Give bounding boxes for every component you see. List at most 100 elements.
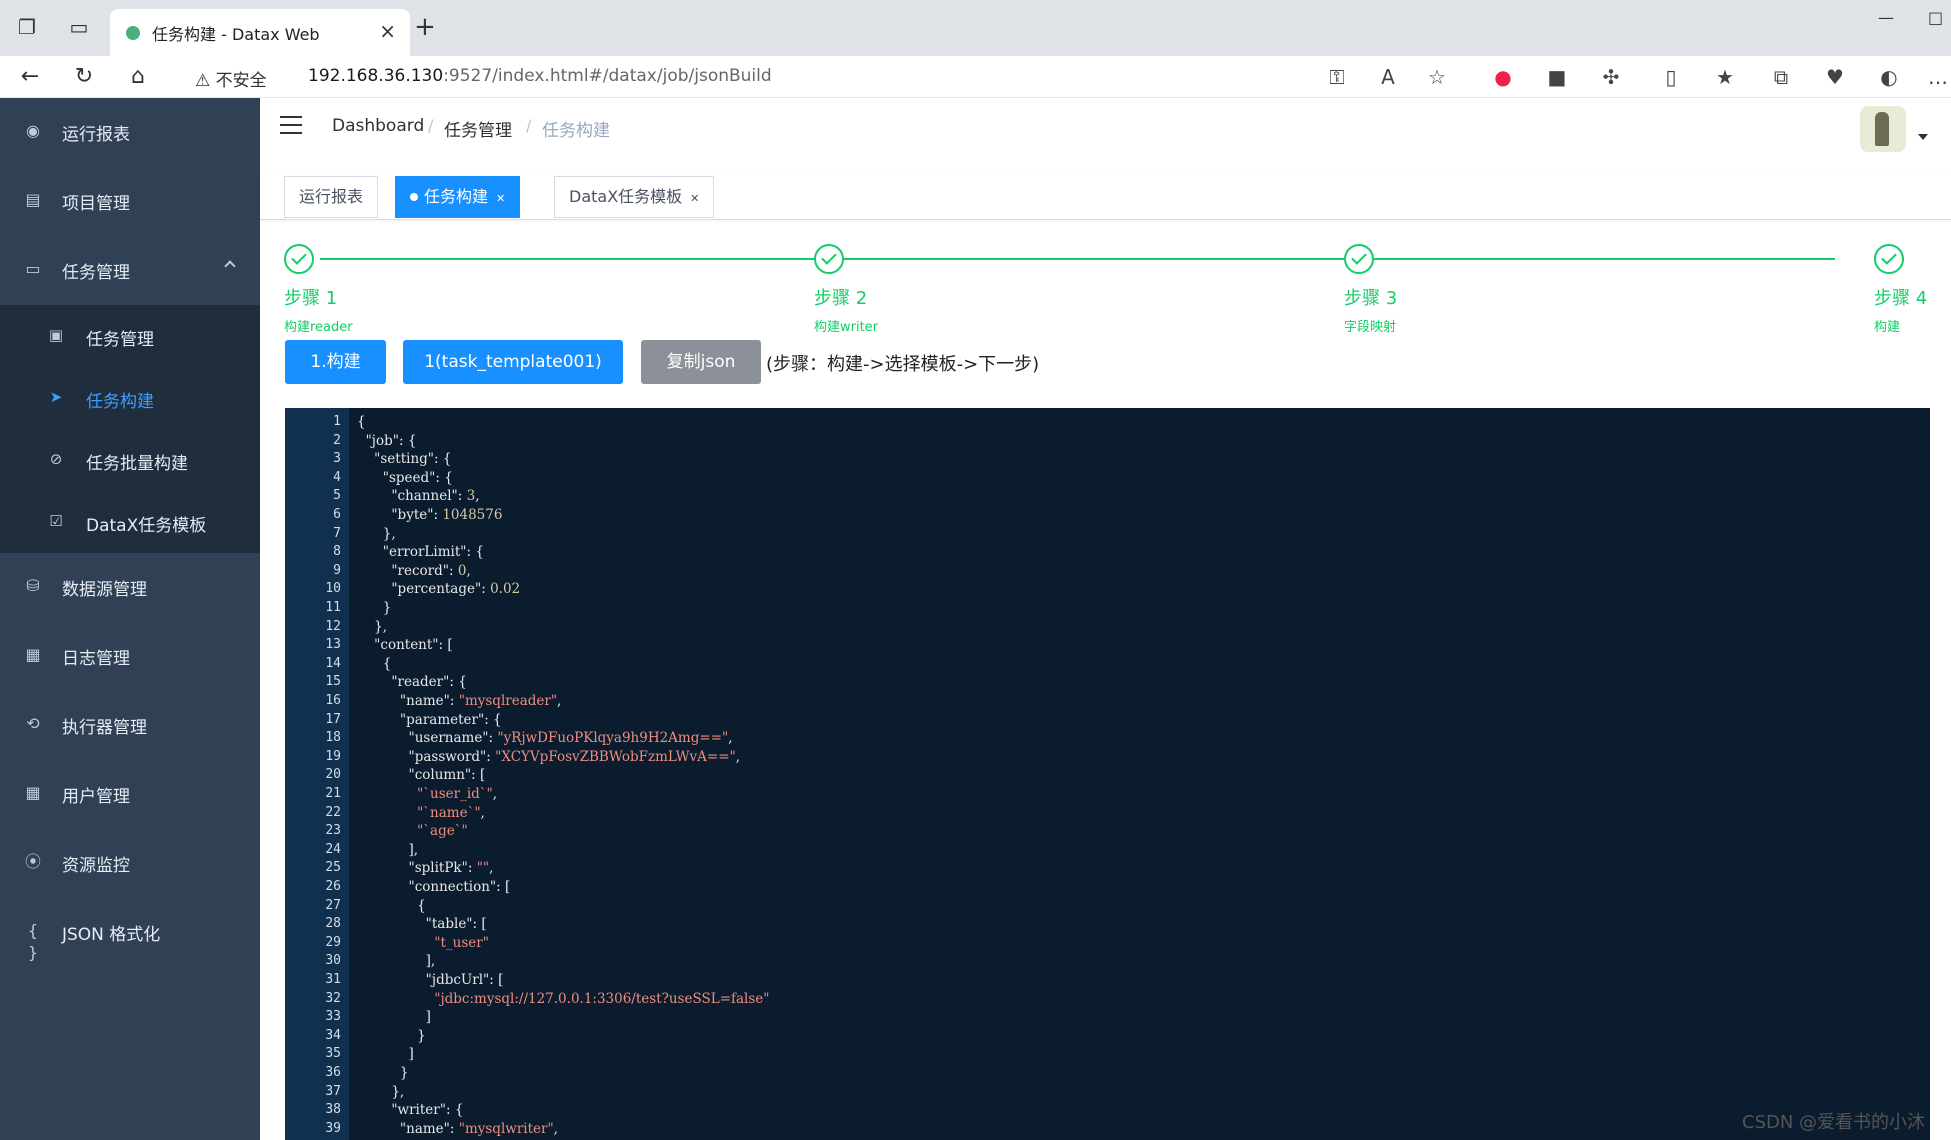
close-tag-icon[interactable]: ✕ xyxy=(690,192,699,205)
sidebar-item-label: JSON 格式化 xyxy=(62,925,161,945)
line-number: 37 xyxy=(325,1083,341,1099)
sidebar-item-log[interactable]: ▦ 日志管理 xyxy=(0,622,260,691)
step-4-check-icon xyxy=(1874,244,1904,274)
favorites-icon[interactable]: ★ xyxy=(1712,65,1738,89)
json-icon: { } xyxy=(27,921,39,962)
code-line: ] xyxy=(357,1046,414,1063)
key-icon[interactable]: ⚿ xyxy=(1324,65,1350,89)
json-editor[interactable]: 1 2 3 4 5 6 7 8 9 10 11 12 13 14 15 16 17 18 19 20 21 22 23 24 2… xyxy=(285,408,1930,1140)
sidebar-item-executor[interactable]: ⟲ 执行器管理 xyxy=(0,691,260,760)
line-number: 8 xyxy=(333,544,341,560)
template-select-button[interactable]: 1(task_template001) xyxy=(403,340,623,384)
chevron-up-icon xyxy=(224,260,236,272)
sidebar-item-label: 日志管理 xyxy=(62,649,130,669)
line-number: 35 xyxy=(325,1046,341,1062)
security-label: 不安全 xyxy=(215,71,267,91)
url-host: 192.168.36.130 xyxy=(308,66,444,86)
sidebar-subitem-batch-build[interactable]: ⊘ 任务批量构建 xyxy=(0,429,260,491)
home-icon[interactable]: ⌂ xyxy=(124,64,152,89)
code-line: }, xyxy=(357,525,396,542)
favorite-star-icon[interactable]: ☆ xyxy=(1424,65,1450,89)
step-2-check-icon xyxy=(814,244,844,274)
breadcrumb-task-management[interactable]: 任务管理 xyxy=(444,116,512,141)
sidebar-item-label: 数据源管理 xyxy=(62,580,147,600)
back-icon[interactable]: ← xyxy=(16,64,44,89)
line-number: 39 xyxy=(325,1120,341,1136)
record-extension-icon[interactable]: ● xyxy=(1490,65,1516,89)
sidebar-subitem-task-management[interactable]: ▣ 任务管理 xyxy=(0,305,260,367)
sidebar-item-json-format[interactable]: { } JSON 格式化 xyxy=(0,898,260,967)
maximize-window-icon[interactable]: □ xyxy=(1928,8,1943,27)
sidebar-item-task-management[interactable]: ▭ 任务管理 xyxy=(0,236,260,305)
sidebar-subitem-task-build[interactable]: ➤ 任务构建 xyxy=(0,367,260,429)
workspaces-icon[interactable]: ❐ xyxy=(14,14,40,40)
code-line: "parameter": { xyxy=(399,711,502,728)
step-3-title: 步骤 3 xyxy=(1344,288,1398,309)
sidebar-item-project[interactable]: ▤ 项目管理 xyxy=(0,167,260,236)
refresh-icon[interactable]: ↻ xyxy=(70,64,98,89)
code-line: "table": [ xyxy=(425,916,487,933)
browser-tab[interactable]: 任务构建 - Datax Web × xyxy=(110,9,410,56)
sidebar-item-resource-monitor[interactable]: ⦿ 资源监控 xyxy=(0,829,260,898)
sidebar-item-datasource[interactable]: ⛁ 数据源管理 xyxy=(0,553,260,622)
split-screen-icon[interactable]: ▯ xyxy=(1658,65,1684,89)
build-button[interactable]: 1.构建 xyxy=(285,340,386,384)
monitor-icon: ▭ xyxy=(25,259,41,278)
sidebar: ◉ 运行报表 ▤ 项目管理 ▭ 任务管理 ▣ 任务管理 ➤ 任务构建 ⊘ 任务批… xyxy=(0,98,260,1140)
users-icon: ▦ xyxy=(25,783,41,802)
copy-json-button[interactable]: 复制json xyxy=(641,340,761,384)
url-field[interactable]: 192.168.36.130:9527/index.html#/datax/jo… xyxy=(308,66,772,86)
sidebar-item-users[interactable]: ▦ 用户管理 xyxy=(0,760,260,829)
breadcrumb-current: 任务构建 xyxy=(542,121,610,141)
line-number: 36 xyxy=(325,1065,341,1080)
line-number: 5 xyxy=(333,488,341,504)
line-number: 4 xyxy=(333,469,341,485)
line-number: 31 xyxy=(325,972,341,987)
caret-down-icon[interactable] xyxy=(1918,134,1928,140)
line-number: 11 xyxy=(325,600,341,615)
code-line: }, xyxy=(357,1083,405,1100)
sidebar-subitem-datax-template[interactable]: ☑ DataX任务模板 xyxy=(0,491,260,553)
line-number: 14 xyxy=(325,655,341,671)
code-line: "setting": { xyxy=(374,451,452,468)
close-tag-icon[interactable]: ✕ xyxy=(496,192,505,205)
tag-label: 运行报表 xyxy=(299,187,364,206)
close-tab-icon[interactable]: × xyxy=(379,19,396,43)
extensions-icon[interactable]: ✣ xyxy=(1598,65,1624,89)
more-menu-icon[interactable]: … xyxy=(1925,65,1951,89)
code-line: "`user_id`", xyxy=(417,786,498,802)
security-indicator[interactable]: ⚠ 不安全 xyxy=(195,66,267,91)
read-aloud-icon[interactable]: A xyxy=(1375,65,1401,89)
breadcrumb-dashboard[interactable]: Dashboard xyxy=(332,116,424,136)
code-line: "password": "XCYVpFosvZBBWobFzmLWvA==", xyxy=(408,748,741,765)
hamburger-menu-icon[interactable] xyxy=(280,116,302,134)
watermark: CSDN @爱看书的小沐 xyxy=(1742,1112,1926,1133)
collections-icon[interactable]: ⧉ xyxy=(1768,65,1794,89)
database-icon: ⛁ xyxy=(26,576,40,595)
tag-dashboard[interactable]: 运行报表 xyxy=(284,176,379,218)
line-number: 34 xyxy=(325,1027,341,1043)
tag-task-build[interactable]: 任务构建 ✕ xyxy=(395,176,521,218)
address-bar: ← ↻ ⌂ ⚠ 不安全 192.168.36.130:9527/index.ht… xyxy=(0,56,1951,98)
sidebar-item-label: 项目管理 xyxy=(62,194,130,214)
sidebar-item-label: 运行报表 xyxy=(62,125,130,145)
extension-u-icon[interactable]: ■ xyxy=(1544,65,1570,89)
new-tab-icon[interactable]: + xyxy=(414,12,436,42)
line-number: 32 xyxy=(325,990,341,1006)
browser-tab-title: 任务构建 - Datax Web xyxy=(152,25,320,44)
browser-essentials-icon[interactable]: ♥ xyxy=(1822,65,1848,89)
sidebar-item-label: 用户管理 xyxy=(62,787,130,807)
step-2-title: 步骤 2 xyxy=(814,288,868,309)
avatar[interactable] xyxy=(1860,106,1906,152)
line-number: 1 xyxy=(333,414,341,429)
url-path: :9527/index.html#/datax/job/jsonBuild xyxy=(443,66,772,86)
step-3-check-icon xyxy=(1344,244,1374,274)
line-number: 33 xyxy=(325,1009,341,1025)
minimize-window-icon[interactable]: — xyxy=(1878,8,1894,27)
tag-datax-template[interactable]: DataX任务模板 ✕ xyxy=(554,176,715,218)
tab-actions-icon[interactable]: ▭ xyxy=(66,14,92,40)
sidebar-item-label: 任务管理 xyxy=(86,330,154,350)
sidebar-item-dashboard[interactable]: ◉ 运行报表 xyxy=(0,98,260,167)
profile-icon[interactable]: ◐ xyxy=(1876,65,1902,89)
code-line: "jdbcUrl": [ xyxy=(425,972,504,988)
